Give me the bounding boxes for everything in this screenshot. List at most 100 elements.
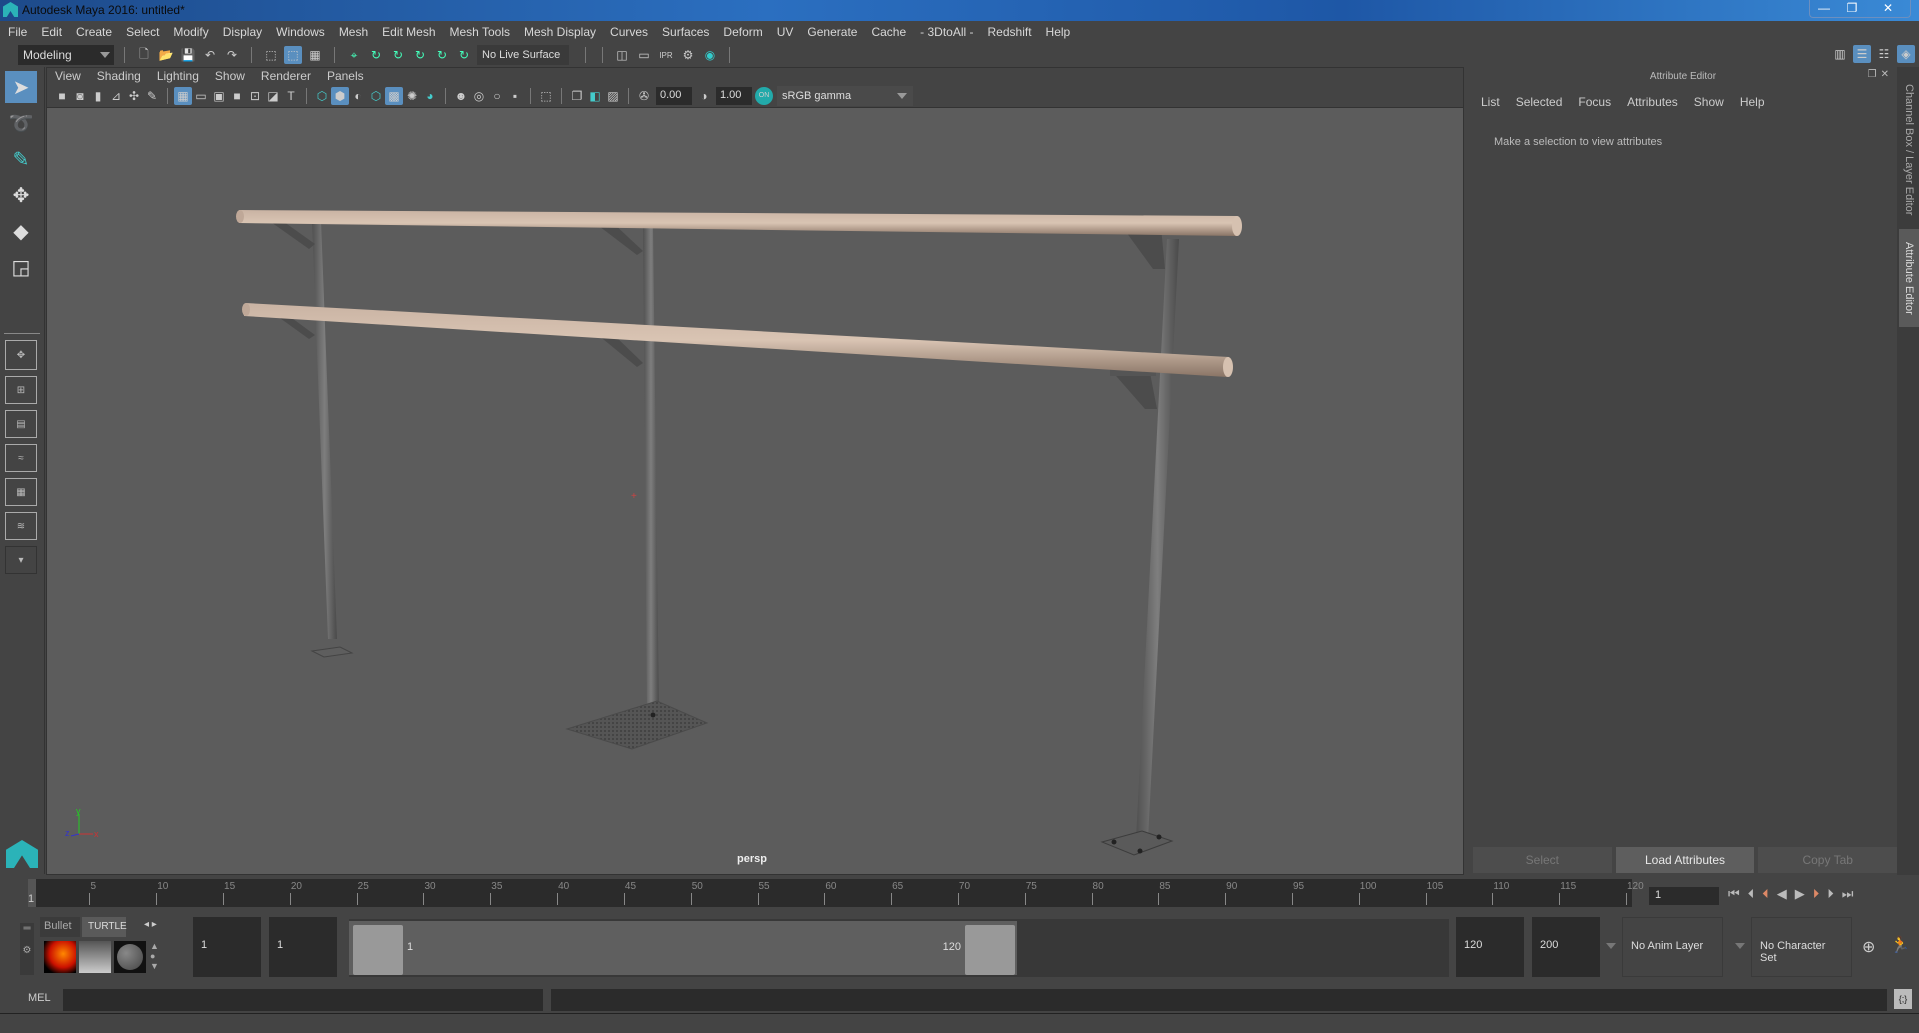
hypershade-icon[interactable]: ◉ — [701, 46, 719, 64]
smooth-shade-icon[interactable]: ⬢ — [331, 86, 349, 105]
command-input[interactable] — [63, 989, 543, 1011]
restore-button[interactable]: ❐ — [1838, 0, 1866, 17]
render-settings-icon[interactable]: ⚙ — [679, 46, 697, 64]
close-panel-icon[interactable]: ✕ — [1881, 69, 1889, 80]
textured-icon[interactable]: ▩ — [385, 86, 403, 105]
depth-of-field-icon[interactable]: ▪ — [506, 87, 524, 105]
four-view-layout-icon[interactable]: ⊞ — [5, 376, 37, 404]
current-frame-field[interactable]: 1 — [1649, 887, 1719, 905]
persp-graph-outliner-layout-icon[interactable]: ≋ — [5, 512, 37, 540]
color-management-toggle[interactable]: ON — [755, 86, 773, 105]
play-backwards-icon[interactable]: ◀ — [1777, 886, 1787, 902]
menu-surfaces[interactable]: Surfaces — [662, 25, 709, 39]
scale-tool-icon[interactable]: ◲ — [5, 251, 37, 283]
menu-edit-mesh[interactable]: Edit Mesh — [382, 25, 435, 39]
menu-mesh-display[interactable]: Mesh Display — [524, 25, 596, 39]
menu-3dtoall[interactable]: - 3DtoAll - — [920, 25, 973, 39]
more-layouts-icon[interactable]: ▾ — [5, 546, 37, 574]
snap-curve-icon[interactable]: ↻ — [367, 46, 385, 64]
shelf-scroll-icon[interactable]: ▲ ● ▼ — [150, 941, 159, 971]
field-chart-icon[interactable]: ⊡ — [246, 87, 264, 105]
isolate-select-icon[interactable]: ⬚ — [537, 87, 555, 105]
rotate-tool-icon[interactable]: ◆ — [5, 215, 37, 247]
shelf-tab-bullet[interactable]: Bullet — [40, 917, 80, 937]
image-plane-icon[interactable]: ⊿ — [107, 87, 125, 105]
play-forwards-icon[interactable]: ▶ — [1795, 886, 1805, 902]
exposure-field[interactable]: 0.00 — [656, 86, 692, 105]
gamma-field[interactable]: 1.00 — [716, 86, 752, 105]
open-scene-icon[interactable]: 📂 — [157, 46, 175, 64]
attr-menu-list[interactable]: List — [1481, 95, 1500, 109]
snap-grid-icon[interactable]: ⌖ — [345, 46, 363, 64]
snap-point-icon[interactable]: ↻ — [389, 46, 407, 64]
select-tool-icon[interactable]: ➤ — [5, 71, 37, 103]
select-object-icon[interactable]: ⬚ — [284, 46, 302, 64]
minimize-button[interactable]: — — [1810, 0, 1838, 17]
exposure-icon[interactable]: ✇ — [635, 87, 653, 105]
turtle-material-icon[interactable] — [114, 941, 146, 973]
camera-icon[interactable]: ■ — [53, 87, 71, 105]
camera-attributes-icon[interactable]: ◙ — [71, 87, 89, 105]
menu-select[interactable]: Select — [126, 25, 159, 39]
viewport-menu-lighting[interactable]: Lighting — [157, 69, 199, 83]
menu-windows[interactable]: Windows — [276, 25, 325, 39]
attr-menu-show[interactable]: Show — [1694, 95, 1724, 109]
select-button[interactable]: Select — [1473, 847, 1612, 873]
tool-settings-icon[interactable]: ☷ — [1875, 45, 1893, 63]
3d-scene[interactable]: + — [47, 109, 1463, 874]
screen-space-ao-icon[interactable]: ☻ — [452, 87, 470, 105]
step-forward-frame-icon[interactable]: ⏵ — [1827, 886, 1834, 902]
attr-menu-attributes[interactable]: Attributes — [1627, 95, 1678, 109]
shelf-options-icon[interactable]: ═ ⚙ — [20, 923, 34, 975]
bookmark-icon[interactable]: ▮ — [89, 87, 107, 105]
load-attributes-button[interactable]: Load Attributes — [1615, 847, 1755, 873]
modeling-toolkit-icon[interactable]: ▥ — [1831, 45, 1849, 63]
range-slider-bar[interactable]: 1 120 — [349, 921, 1017, 975]
attribute-editor-toggle-icon[interactable]: ☰ — [1853, 45, 1871, 63]
shelf-tab-turtle[interactable]: TURTLE — [82, 917, 127, 937]
float-panel-icon[interactable]: ❐ — [1868, 69, 1877, 80]
menu-mesh-tools[interactable]: Mesh Tools — [450, 25, 510, 39]
command-language-label[interactable]: MEL — [28, 992, 51, 1004]
viewport-menu-show[interactable]: Show — [215, 69, 245, 83]
step-back-frame-icon[interactable]: ⏴ — [1748, 886, 1755, 902]
animation-preferences-icon[interactable]: 🏃 — [1890, 935, 1910, 955]
turtle-render-icon[interactable] — [44, 941, 76, 973]
menu-uv[interactable]: UV — [777, 25, 794, 39]
safe-title-icon[interactable]: T — [282, 87, 300, 105]
script-editor-icon[interactable]: {;} — [1894, 989, 1912, 1009]
menu-cache[interactable]: Cache — [871, 25, 906, 39]
tab-attribute-editor[interactable]: Attribute Editor — [1899, 229, 1919, 327]
motion-blur-icon[interactable]: ◎ — [470, 87, 488, 105]
menu-modify[interactable]: Modify — [173, 25, 208, 39]
menu-generate[interactable]: Generate — [807, 25, 857, 39]
menu-edit[interactable]: Edit — [41, 25, 62, 39]
redo-icon[interactable]: ↷ — [223, 46, 241, 64]
playback-end-field[interactable]: 120 — [1456, 917, 1524, 977]
ipr-render-icon[interactable]: IPR — [657, 46, 675, 64]
lasso-tool-icon[interactable]: ➰ — [5, 107, 37, 139]
attr-menu-selected[interactable]: Selected — [1516, 95, 1563, 109]
xray-joints-icon[interactable]: ◧ — [586, 87, 604, 105]
menu-display[interactable]: Display — [223, 25, 262, 39]
attr-menu-focus[interactable]: Focus — [1578, 95, 1611, 109]
menu-redshift[interactable]: Redshift — [988, 25, 1032, 39]
copy-tab-button[interactable]: Copy Tab — [1758, 847, 1898, 873]
hypershade-layout-icon[interactable]: ▦ — [5, 478, 37, 506]
save-scene-icon[interactable]: 💾 — [179, 46, 197, 64]
viewport-menu-renderer[interactable]: Renderer — [261, 69, 311, 83]
turtle-bake-icon[interactable] — [79, 941, 111, 973]
shadows-icon[interactable]: ◕ — [421, 87, 439, 105]
resolution-gate-icon[interactable]: ▣ — [210, 87, 228, 105]
grid-icon[interactable]: ▦ — [174, 86, 192, 105]
undo-icon[interactable]: ↶ — [201, 46, 219, 64]
menu-set-dropdown[interactable]: Modeling — [18, 45, 114, 65]
2d-pan-zoom-icon[interactable]: ✣ — [125, 87, 143, 105]
range-slider[interactable]: 1 120 — [349, 919, 1449, 977]
film-gate-icon[interactable]: ▭ — [192, 87, 210, 105]
render-view-icon[interactable]: ◫ — [613, 46, 631, 64]
anim-layer-dropdown[interactable]: No Anim Layer — [1622, 917, 1723, 977]
channel-box-toggle-icon[interactable]: ◈ — [1897, 45, 1915, 63]
persp-outliner-layout-icon[interactable]: ▤ — [5, 410, 37, 438]
viewport-menu-view[interactable]: View — [55, 69, 81, 83]
